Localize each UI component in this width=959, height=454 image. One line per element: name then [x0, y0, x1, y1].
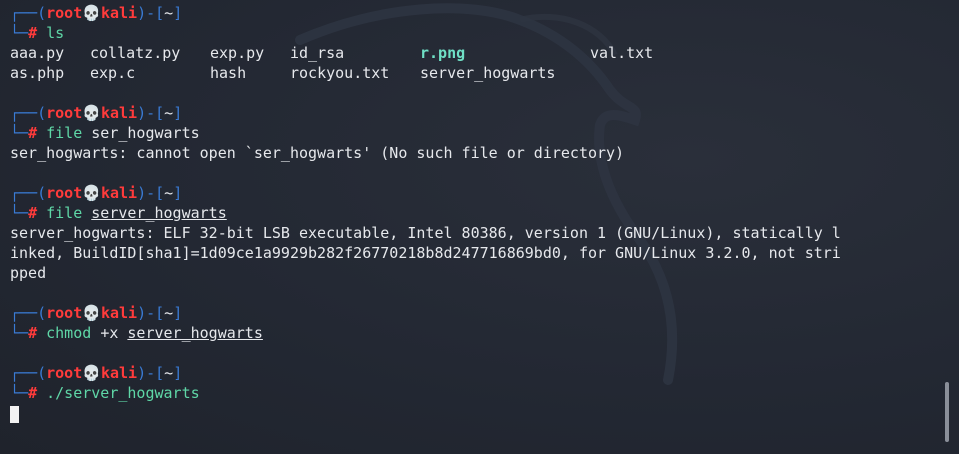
prompt-frame: ┌──( [10, 364, 47, 382]
command-line: └─# chmod +x server_hogwarts [10, 323, 940, 343]
prompt-host: kali [100, 304, 138, 322]
prompt-frame: )-[ [137, 304, 165, 322]
prompt-frame: ┌──( [10, 104, 47, 122]
prompt-user: root [46, 104, 83, 122]
ls-output-row: as.php exp.c hash rockyou.txt server_hog… [10, 63, 940, 83]
command-flag: +x [100, 324, 119, 342]
command-line: └─# ls [10, 23, 940, 43]
prompt-frame: ] [173, 4, 183, 22]
command: file [46, 124, 83, 142]
ls-output-row: aaa.py collatz.py exp.py id_rsa r.png va… [10, 43, 940, 63]
command-output: pped [10, 264, 47, 282]
prompt-frame: )-[ [137, 4, 165, 22]
prompt-user: root [46, 184, 83, 202]
command-output: inked, BuildID[sha1]=1d09ce1a9929b282f26… [10, 244, 841, 262]
prompt-host: kali [100, 4, 138, 22]
command-arg: server_hogwarts [127, 324, 263, 342]
prompt-hash: # [28, 204, 38, 222]
prompt-host: kali [100, 104, 138, 122]
file-entry: collatz.py [90, 44, 181, 62]
command: ls [46, 24, 65, 42]
file-entry-image: r.png [420, 44, 466, 62]
prompt-frame: └─ [10, 204, 29, 222]
skull-icon: 💀 [82, 304, 101, 322]
prompt-frame: ] [173, 364, 183, 382]
prompt-line: ┌──(root💀kali)-[~] [10, 183, 940, 203]
prompt-host: kali [100, 184, 138, 202]
file-entry [590, 63, 670, 83]
prompt-line: ┌──(root💀kali)-[~] [10, 363, 940, 383]
prompt-hash: # [28, 24, 38, 42]
vertical-scrollbar[interactable] [945, 382, 949, 442]
prompt-hash: # [28, 124, 38, 142]
command-arg: server_hogwarts [91, 204, 227, 222]
file-entry: aaa.py [10, 44, 65, 62]
prompt-frame: ] [173, 304, 183, 322]
prompt-user: root [46, 364, 83, 382]
file-entry: as.php [10, 64, 65, 82]
prompt-dir: ~ [164, 4, 174, 22]
prompt-frame: └─ [10, 324, 29, 342]
prompt-dir: ~ [164, 184, 174, 202]
file-entry: exp.py [210, 44, 265, 62]
command-line: └─# file server_hogwarts [10, 203, 940, 223]
prompt-hash: # [28, 384, 38, 402]
skull-icon: 💀 [82, 364, 101, 382]
terminal-window[interactable]: ┌──(root💀kali)-[~] └─# ls aaa.py collatz… [0, 0, 959, 454]
prompt-line: ┌──(root💀kali)-[~] [10, 103, 940, 123]
command-output: ser_hogwarts: cannot open `ser_hogwarts'… [10, 144, 625, 162]
prompt-frame: )-[ [137, 364, 165, 382]
prompt-user: root [46, 4, 83, 22]
prompt-line: ┌──(root💀kali)-[~] [10, 3, 940, 23]
command: file [46, 204, 83, 222]
command-line: └─# ./server_hogwarts [10, 383, 940, 403]
file-entry: rockyou.txt [290, 64, 390, 82]
file-entry: id_rsa [290, 44, 345, 62]
command: chmod [46, 324, 92, 342]
prompt-frame: )-[ [137, 184, 165, 202]
file-entry: exp.c [90, 64, 136, 82]
prompt-frame: )-[ [137, 104, 165, 122]
prompt-line: ┌──(root💀kali)-[~] [10, 303, 940, 323]
file-entry: hash [210, 64, 247, 82]
prompt-frame: ] [173, 104, 183, 122]
input-line[interactable] [10, 403, 940, 423]
file-entry: val.txt [590, 44, 654, 62]
prompt-frame: ] [173, 184, 183, 202]
command-output: server_hogwarts: ELF 32-bit LSB executab… [10, 224, 841, 242]
prompt-hash: # [28, 324, 38, 342]
prompt-frame: └─ [10, 124, 29, 142]
prompt-frame: └─ [10, 384, 29, 402]
prompt-host: kali [100, 364, 138, 382]
file-entry: server_hogwarts [420, 64, 556, 82]
prompt-user: root [46, 304, 83, 322]
prompt-dir: ~ [164, 364, 174, 382]
text-cursor[interactable] [10, 405, 19, 423]
prompt-frame: ┌──( [10, 4, 47, 22]
command-line: └─# file ser_hogwarts [10, 123, 940, 143]
command-arg: ser_hogwarts [91, 124, 200, 142]
prompt-dir: ~ [164, 304, 174, 322]
command: ./server_hogwarts [46, 384, 200, 402]
prompt-frame: └─ [10, 24, 29, 42]
prompt-dir: ~ [164, 104, 174, 122]
skull-icon: 💀 [82, 104, 101, 122]
prompt-frame: ┌──( [10, 304, 47, 322]
prompt-frame: ┌──( [10, 184, 47, 202]
skull-icon: 💀 [82, 184, 101, 202]
skull-icon: 💀 [82, 4, 101, 22]
